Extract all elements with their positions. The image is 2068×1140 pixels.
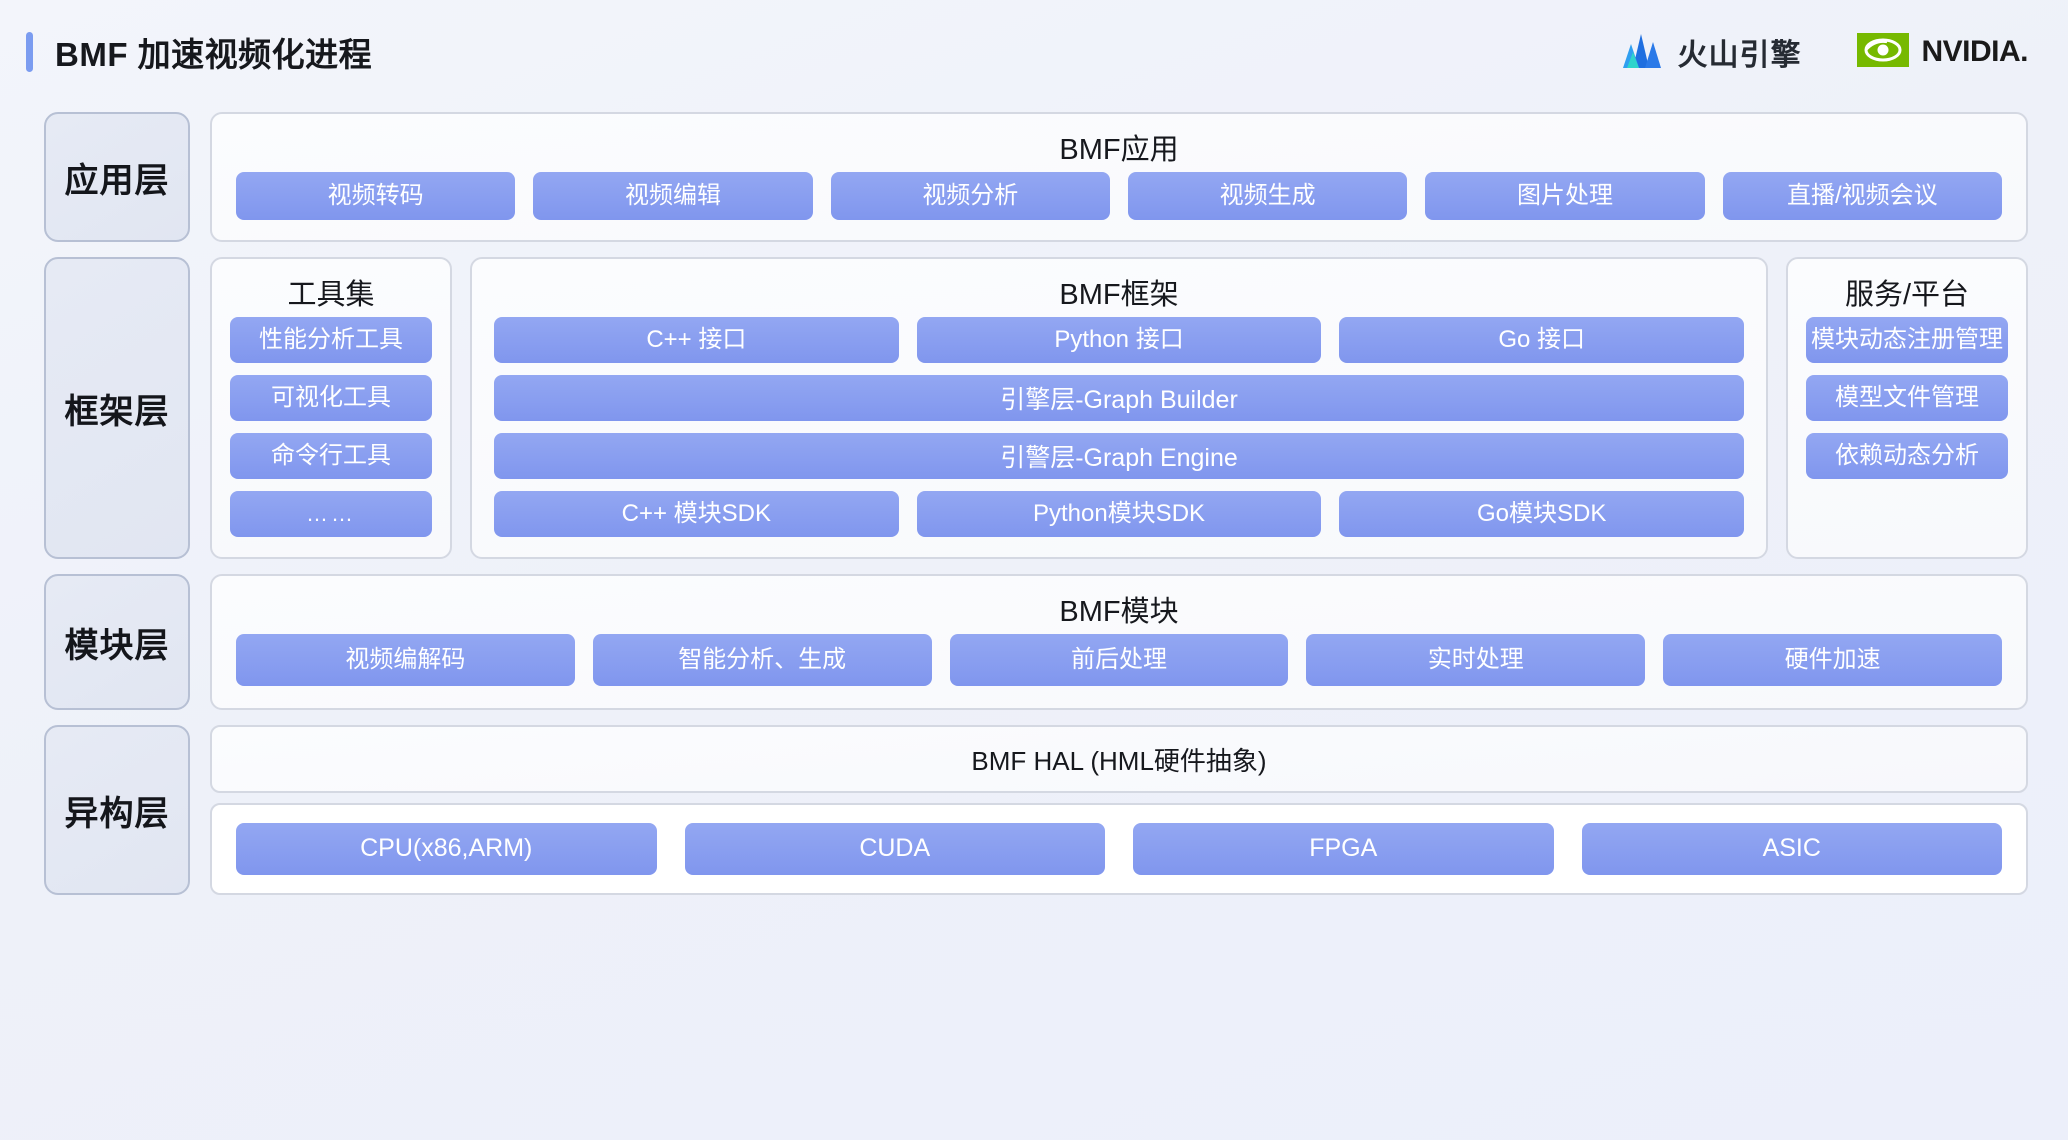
services-title: 服务/平台: [1844, 279, 1970, 311]
interface-chip-cpp[interactable]: C++ 接口: [494, 317, 899, 363]
interface-chip-python[interactable]: Python 接口: [916, 317, 1322, 363]
layer-label-module: 模块层: [44, 574, 190, 710]
module-chip-video-codec[interactable]: 视频编解码: [236, 634, 575, 686]
hw-chip-fpga[interactable]: FPGA: [1133, 823, 1554, 875]
app-chip-image-processing[interactable]: 图片处理: [1425, 172, 1705, 220]
application-panel: BMF应用 视频转码 视频编辑 视频分析 视频生成 图片处理 直播/视频会议: [210, 112, 2028, 242]
interface-chip-row: C++ 接口 Python 接口 Go 接口: [494, 317, 1745, 363]
sdk-chip-go[interactable]: Go模块SDK: [1339, 491, 1745, 537]
hardware-panel: CPU(x86,ARM) CUDA FPGA ASIC: [210, 803, 2028, 895]
title-accent-bar: [26, 32, 33, 72]
tool-chip-visualization[interactable]: 可视化工具: [230, 375, 432, 421]
title-wrap: BMF 加速视频化进程: [26, 28, 372, 76]
toolset-stack: 性能分析工具 可视化工具 命令行工具 ……: [212, 317, 450, 555]
app-chip-live-conference[interactable]: 直播/视频会议: [1722, 172, 2002, 220]
architecture-diagram: 应用层 BMF应用 视频转码 视频编辑 视频分析 视频生成 图片处理 直播/视频…: [0, 104, 2068, 895]
hw-chip-cuda[interactable]: CUDA: [684, 823, 1105, 875]
volcano-mountain-icon: [1619, 30, 1665, 75]
tool-chip-performance-analysis[interactable]: 性能分析工具: [230, 317, 432, 363]
layer-label-hetero: 异构层: [44, 725, 190, 895]
bmf-framework-body: C++ 接口 Python 接口 Go 接口 引擎层-Graph Builder…: [472, 317, 1766, 557]
toolset-panel: 工具集 性能分析工具 可视化工具 命令行工具 ……: [210, 257, 452, 559]
engine-graph-engine-bar[interactable]: 引警层-Graph Engine: [494, 433, 1744, 479]
sdk-chip-python[interactable]: Python模块SDK: [916, 491, 1322, 537]
app-chip-video-edit[interactable]: 视频编辑: [533, 172, 813, 220]
service-chip-dependency-analysis[interactable]: 依赖动态分析: [1806, 433, 2008, 479]
hetero-group: BMF HAL (HML硬件抽象) CPU(x86,ARM) CUDA FPGA…: [210, 725, 2028, 895]
services-stack: 模块动态注册管理 模型文件管理 依赖动态分析: [1788, 317, 2026, 497]
layer-row-application: 应用层 BMF应用 视频转码 视频编辑 视频分析 视频生成 图片处理 直播/视频…: [44, 112, 2028, 242]
sdk-chip-cpp[interactable]: C++ 模块SDK: [494, 491, 899, 537]
layer-row-framework: 框架层 工具集 性能分析工具 可视化工具 命令行工具 …… BMF框架 C++ …: [44, 257, 2028, 559]
bmf-hal-bar: BMF HAL (HML硬件抽象): [210, 725, 2028, 793]
application-chip-row: 视频转码 视频编辑 视频分析 视频生成 图片处理 直播/视频会议: [212, 172, 2026, 240]
engine-graph-builder-bar[interactable]: 引擎层-Graph Builder: [494, 375, 1744, 421]
services-panel: 服务/平台 模块动态注册管理 模型文件管理 依赖动态分析: [1786, 257, 2028, 559]
service-chip-model-file-management[interactable]: 模型文件管理: [1806, 375, 2008, 421]
nvidia-label: NVIDIA.: [1921, 35, 2028, 68]
module-chip-hardware-acceleration[interactable]: 硬件加速: [1663, 634, 2002, 686]
app-chip-video-generation[interactable]: 视频生成: [1127, 172, 1408, 220]
module-panel-title: BMF模块: [1059, 596, 1179, 628]
module-chip-intelligent-analysis[interactable]: 智能分析、生成: [592, 634, 932, 686]
page-header: BMF 加速视频化进程 火山引擎 NVIDIA.: [0, 0, 2068, 104]
page-title: BMF 加速视频化进程: [55, 36, 373, 73]
volcano-engine-logo: 火山引擎: [1619, 30, 1801, 75]
tool-chip-more[interactable]: ……: [230, 491, 432, 537]
hw-chip-asic[interactable]: ASIC: [1581, 823, 2002, 875]
bmf-framework-panel: BMF框架 C++ 接口 Python 接口 Go 接口 引擎层-Graph B…: [470, 257, 1768, 559]
module-chip-pre-post-processing[interactable]: 前后处理: [949, 634, 1289, 686]
application-panel-title: BMF应用: [1059, 134, 1179, 166]
toolset-title: 工具集: [287, 279, 375, 311]
module-chip-row: 视频编解码 智能分析、生成 前后处理 实时处理 硬件加速: [212, 634, 2026, 708]
layer-row-module: 模块层 BMF模块 视频编解码 智能分析、生成 前后处理 实时处理 硬件加速: [44, 574, 2028, 710]
tool-chip-command-line[interactable]: 命令行工具: [230, 433, 432, 479]
layer-label-application: 应用层: [44, 112, 190, 242]
nvidia-logo: NVIDIA.: [1857, 31, 2028, 74]
sdk-chip-row: C++ 模块SDK Python模块SDK Go模块SDK: [494, 491, 1745, 537]
volcano-engine-label: 火山引擎: [1677, 39, 1802, 72]
logo-group: 火山引擎 NVIDIA.: [1619, 30, 2028, 75]
app-chip-video-transcode[interactable]: 视频转码: [236, 172, 516, 220]
app-chip-video-analysis[interactable]: 视频分析: [830, 172, 1110, 220]
layer-label-framework: 框架层: [44, 257, 190, 559]
bmf-framework-title: BMF框架: [1059, 279, 1179, 311]
framework-group: 工具集 性能分析工具 可视化工具 命令行工具 …… BMF框架 C++ 接口 P…: [210, 257, 2028, 559]
module-chip-realtime-processing[interactable]: 实时处理: [1306, 634, 1646, 686]
service-chip-module-registry[interactable]: 模块动态注册管理: [1806, 317, 2008, 363]
hw-chip-cpu[interactable]: CPU(x86,ARM): [236, 823, 657, 875]
module-panel: BMF模块 视频编解码 智能分析、生成 前后处理 实时处理 硬件加速: [210, 574, 2028, 710]
interface-chip-go[interactable]: Go 接口: [1339, 317, 1745, 363]
nvidia-eye-icon: [1857, 31, 1910, 74]
layer-row-hetero: 异构层 BMF HAL (HML硬件抽象) CPU(x86,ARM) CUDA …: [44, 725, 2028, 895]
